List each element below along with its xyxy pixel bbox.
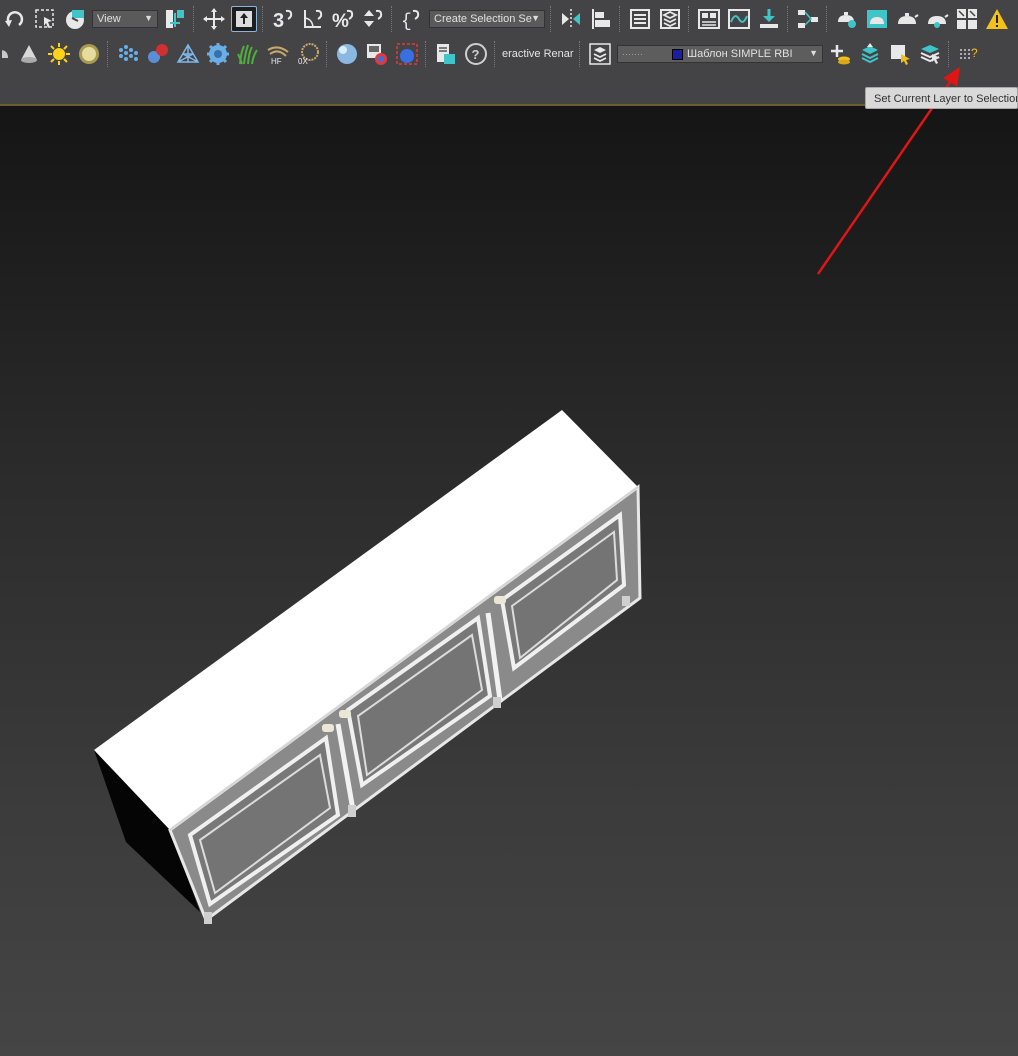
toolbar-separator bbox=[579, 41, 582, 67]
create-new-layer-icon[interactable] bbox=[827, 41, 853, 67]
material-browser-icon[interactable] bbox=[364, 41, 390, 67]
toolbar-separator bbox=[550, 6, 553, 32]
rendered-frame-window-icon[interactable] bbox=[864, 6, 890, 32]
grass-icon[interactable] bbox=[235, 41, 261, 67]
material-icon[interactable] bbox=[145, 41, 171, 67]
toolbar-separator bbox=[494, 41, 497, 67]
chevron-down-icon: ▼ bbox=[531, 13, 540, 23]
svg-text:3: 3 bbox=[273, 10, 284, 31]
toolbar-separator bbox=[948, 41, 951, 67]
toolbar-separator bbox=[826, 6, 829, 32]
curve-editor-icon[interactable] bbox=[726, 6, 752, 32]
select-object-icon[interactable] bbox=[62, 6, 88, 32]
render-setup-icon[interactable] bbox=[834, 6, 860, 32]
help-icon[interactable]: ? bbox=[463, 41, 489, 67]
edit-named-selection-icon[interactable]: { bbox=[399, 6, 425, 32]
add-selection-to-layer-icon[interactable] bbox=[857, 41, 883, 67]
toolbar-separator bbox=[326, 41, 329, 67]
align-icon[interactable] bbox=[588, 6, 614, 32]
toolbar-separator bbox=[391, 6, 394, 32]
toolbar-separator bbox=[425, 41, 428, 67]
layer-dropdown-value: Шаблон SIMPLE RBI bbox=[687, 48, 793, 60]
layer-explorer-icon[interactable] bbox=[657, 6, 683, 32]
batch-render-icon[interactable] bbox=[433, 41, 459, 67]
layer-manager-icon[interactable] bbox=[587, 41, 613, 67]
toolbar-separator bbox=[688, 6, 691, 32]
render-active-shade-icon[interactable] bbox=[924, 6, 950, 32]
chevron-down-icon: ▼ bbox=[809, 48, 818, 58]
layer-dropdown[interactable]: ······· Шаблон SIMPLE RBI ▼ bbox=[617, 45, 823, 63]
named-selection-set-dropdown[interactable]: Create Selection Se ▼ bbox=[429, 10, 545, 28]
more-tools-icon[interactable]: ? bbox=[956, 41, 982, 67]
svg-text:0X: 0X bbox=[298, 57, 308, 66]
toolbar-separator bbox=[107, 41, 110, 67]
toolbar-separator bbox=[787, 6, 790, 32]
select-region-icon[interactable] bbox=[32, 6, 58, 32]
svg-text:HF: HF bbox=[271, 57, 282, 66]
array-icon[interactable] bbox=[115, 41, 141, 67]
pivot-center-icon[interactable] bbox=[162, 6, 188, 32]
tooltip: Set Current Layer to Selection bbox=[865, 87, 1018, 109]
renderer-label[interactable]: eractive Renar bbox=[502, 48, 574, 60]
toolbar-row-secondary: HF 0X ? eractive Renar ······· Шаблон SI… bbox=[0, 37, 982, 71]
svg-text:{: { bbox=[401, 12, 412, 31]
select-objects-in-layer-icon[interactable] bbox=[887, 41, 913, 67]
named-selection-set-value: Create Selection Se bbox=[434, 13, 532, 25]
dope-sheet-icon[interactable] bbox=[756, 6, 782, 32]
select-and-place-icon[interactable] bbox=[231, 6, 257, 32]
material-sphere-icon[interactable] bbox=[334, 41, 360, 67]
snap-3d-icon[interactable]: 3 bbox=[270, 6, 296, 32]
sun-light-icon[interactable] bbox=[46, 41, 72, 67]
layer-color-swatch bbox=[672, 48, 683, 60]
teapot-icon[interactable] bbox=[2, 41, 12, 67]
percent-snap-icon[interactable]: % bbox=[330, 6, 356, 32]
mirror-icon[interactable] bbox=[558, 6, 584, 32]
render-production-icon[interactable] bbox=[894, 6, 920, 32]
chevron-down-icon: ▼ bbox=[144, 13, 153, 23]
reference-coordinate-dropdown[interactable]: View ▼ bbox=[92, 10, 158, 28]
toolbar-separator bbox=[619, 6, 622, 32]
redo-icon[interactable] bbox=[2, 6, 28, 32]
cone-icon[interactable] bbox=[16, 41, 42, 67]
svg-text:%: % bbox=[332, 11, 349, 31]
move-icon[interactable] bbox=[201, 6, 227, 32]
reference-coordinate-value: View bbox=[97, 13, 121, 25]
mesh-icon[interactable] bbox=[175, 41, 201, 67]
warning-icon[interactable] bbox=[984, 6, 1010, 32]
angle-snap-icon[interactable] bbox=[300, 6, 326, 32]
gear-icon[interactable] bbox=[205, 41, 231, 67]
layer-visibility-icon: ······· bbox=[622, 49, 643, 59]
svg-text:?: ? bbox=[971, 46, 978, 60]
spinner-snap-icon[interactable] bbox=[360, 6, 386, 32]
perspective-viewport[interactable] bbox=[0, 106, 1018, 1056]
render-frame-icon[interactable] bbox=[394, 41, 420, 67]
sphere-light-icon[interactable] bbox=[76, 41, 102, 67]
svg-text:?: ? bbox=[472, 47, 480, 62]
hair-fur-icon[interactable]: HF bbox=[265, 41, 291, 67]
toolbar-row-main: View ▼ 3 % { Create Selection Se ▼ bbox=[0, 2, 1010, 36]
set-current-layer-icon[interactable] bbox=[917, 41, 943, 67]
render-iterative-icon[interactable] bbox=[954, 6, 980, 32]
scene-explorer-icon[interactable] bbox=[627, 6, 653, 32]
toolbar-separator bbox=[193, 6, 196, 32]
toggle-ribbon-icon[interactable] bbox=[696, 6, 722, 32]
toolbar-separator bbox=[262, 6, 265, 32]
scatter-icon[interactable]: 0X bbox=[295, 41, 321, 67]
schematic-view-icon[interactable] bbox=[795, 6, 821, 32]
